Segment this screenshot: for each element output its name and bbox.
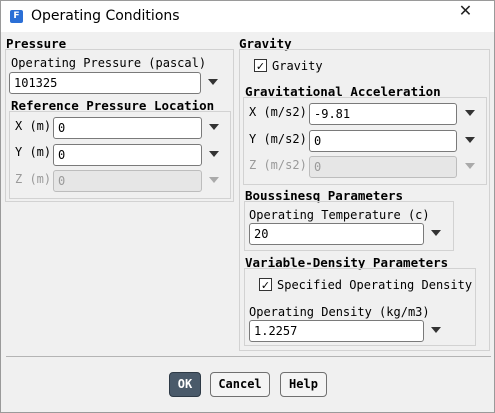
operating-pressure-label: Operating Pressure (pascal) [11,56,207,70]
grav-y-dropdown-icon[interactable] [463,133,477,147]
operating-temperature-label: Operating Temperature (c) [249,208,430,222]
operating-density-dropdown-icon[interactable] [429,323,443,337]
operating-temperature-dropdown-icon[interactable] [429,226,443,240]
operating-pressure-dropdown-icon[interactable] [206,75,220,89]
grav-y-label: Y (m/s2) [249,132,307,146]
button-separator [6,356,491,357]
grav-z-input: 0 [309,156,457,178]
grav-y-input[interactable]: 0 [309,130,457,152]
ref-x-input[interactable]: 0 [53,117,202,139]
title-bar: F Operating Conditions ✕ [1,1,494,32]
close-icon[interactable]: ✕ [437,1,494,32]
specified-density-checkbox[interactable]: ✓ [259,278,272,292]
specified-density-checkbox-label: Specified Operating Density [277,278,473,292]
grav-x-dropdown-icon[interactable] [463,106,477,120]
gravity-checkbox-label: Gravity [272,59,323,73]
grav-x-input[interactable]: -9.81 [309,103,457,125]
operating-density-label: Operating Density (kg/m3) [249,305,430,319]
ref-x-dropdown-icon[interactable] [207,120,221,134]
ref-y-input[interactable]: 0 [53,144,202,166]
ref-y-label: Y (m) [15,145,52,159]
grav-z-dropdown-icon [463,159,477,173]
ref-z-input: 0 [53,170,202,192]
operating-pressure-input[interactable]: 101325 [9,72,201,94]
grav-x-label: X (m/s2) [249,105,307,119]
grav-z-label: Z (m/s2) [249,158,307,172]
ref-y-dropdown-icon[interactable] [207,147,221,161]
operating-temperature-input[interactable]: 20 [249,223,424,245]
help-button[interactable]: Help [280,372,327,397]
cancel-button[interactable]: Cancel [210,372,270,397]
dialog-title: Operating Conditions [31,8,180,24]
ref-z-label: Z (m) [15,172,52,186]
ok-button[interactable]: OK [169,372,201,397]
ref-x-label: X (m) [15,119,52,133]
operating-conditions-dialog: F Operating Conditions ✕ Pressure Operat… [0,0,495,413]
gravity-checkbox[interactable]: ✓ [254,59,267,73]
app-icon: F [10,10,23,23]
ref-z-dropdown-icon [207,173,221,187]
operating-density-input[interactable]: 1.2257 [249,320,424,342]
